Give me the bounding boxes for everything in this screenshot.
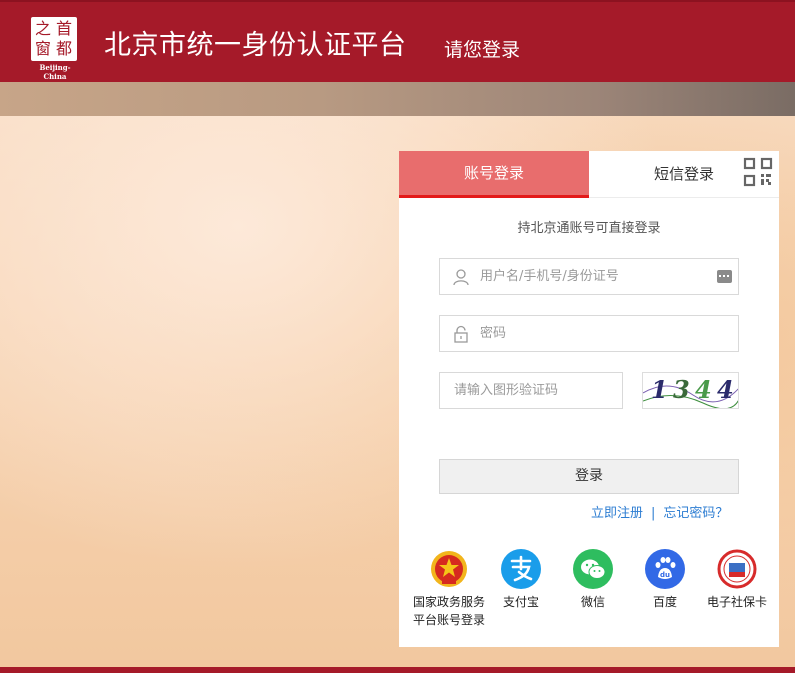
user-icon (453, 269, 469, 286)
username-placeholder: 用户名/手机号/身份证号 (480, 269, 619, 284)
link-separator: | (651, 506, 656, 521)
alt-login-label: 支付宝 (502, 595, 539, 609)
alt-login-wechat[interactable]: 微信 (553, 549, 633, 611)
alt-login-label: 国家政务服务 (412, 595, 485, 609)
alt-login-national[interactable]: 国家政务服务 平台账号登录 (409, 549, 489, 629)
tab-sms-label: 短信登录 (653, 165, 714, 183)
beijing-logo: 之 首 窗 都 Beijing-China (29, 17, 81, 81)
logo-char: 窗 (35, 39, 52, 58)
page-subtitle: 请您登录 (444, 39, 521, 61)
header: 之 首 窗 都 Beijing-China 北京市统一身份认证平台 请您登录 (0, 0, 795, 82)
logo-seal: 之 首 窗 都 (31, 17, 77, 61)
keyboard-icon[interactable] (717, 270, 732, 283)
captcha-char: 1 (651, 375, 668, 404)
alt-login-social-security[interactable]: 电子社保卡 (697, 549, 777, 611)
captcha-char: 4 (695, 375, 712, 404)
baidu-icon: du (645, 549, 685, 589)
svg-text:du: du (660, 571, 670, 579)
login-hint: 持北京通账号可直接登录 (517, 221, 661, 236)
alt-login-label: 平台账号登录 (412, 613, 485, 627)
alt-login-label: 百度 (652, 595, 677, 609)
logo-char: 首 (56, 19, 73, 38)
tab-account-login[interactable]: 账号登录 (399, 151, 589, 198)
captcha-input[interactable]: 请输入图形验证码 (439, 372, 623, 409)
alt-login-baidu[interactable]: du 百度 (625, 549, 705, 611)
username-field[interactable]: 用户名/手机号/身份证号 (439, 258, 739, 295)
alt-login-label: 电子社保卡 (706, 595, 767, 609)
qr-code-icon[interactable] (743, 157, 773, 187)
account-links: 立即注册 | 忘记密码？ (591, 502, 728, 521)
alt-login-label: 微信 (580, 595, 605, 609)
page-title: 北京市统一身份认证平台 (104, 30, 407, 61)
register-link[interactable]: 立即注册 (591, 506, 643, 521)
captcha-image[interactable]: 1 3 4 4 (642, 372, 739, 409)
password-placeholder: 密码 (480, 326, 507, 341)
social-security-icon (717, 549, 757, 589)
captcha-placeholder: 请输入图形验证码 (454, 383, 559, 398)
lock-icon (454, 325, 468, 343)
footer-bar (0, 667, 795, 673)
captcha-char: 4 (717, 375, 734, 404)
password-field[interactable]: 密码 (439, 315, 739, 352)
forgot-password-link[interactable]: 忘记密码？ (663, 506, 728, 521)
logo-subtitle: Beijing-China (39, 63, 71, 81)
login-button[interactable]: 登录 (439, 459, 739, 494)
wechat-icon (573, 549, 613, 589)
alipay-icon (501, 549, 541, 589)
captcha-char: 3 (673, 375, 690, 404)
login-panel: 账号登录 短信登录 持北京通账号可直接登录 用户名/手机号/身份证号 密码 请输… (399, 151, 779, 647)
banner-strip (0, 82, 795, 116)
alt-login-alipay[interactable]: 支付宝 (481, 549, 561, 611)
logo-char: 都 (56, 39, 73, 58)
national-emblem-icon (429, 549, 469, 589)
logo-char: 之 (35, 19, 52, 38)
